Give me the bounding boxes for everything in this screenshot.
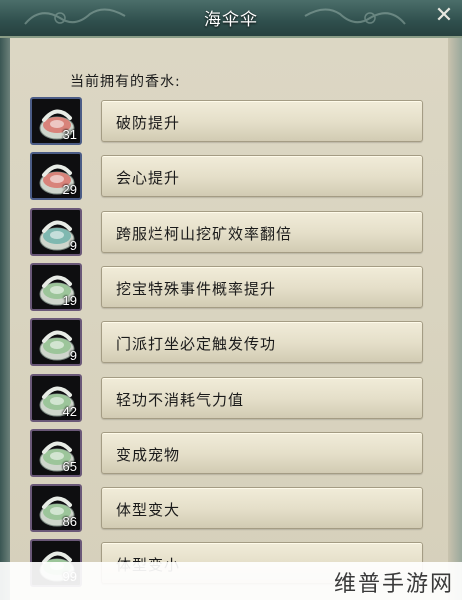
perfume-effect-label: 轻功不消耗气力值	[116, 390, 245, 409]
perfume-bottle-icon[interactable]: 65	[30, 428, 82, 477]
perfume-row: 29 会心提升	[30, 152, 426, 202]
perfume-row: 65 变成宠物	[30, 428, 426, 479]
item-count: 9	[69, 348, 77, 364]
perfume-effect-label: 挖宝特殊事件概率提升	[116, 279, 277, 298]
perfume-bottle-icon[interactable]: 86	[30, 484, 82, 533]
close-icon[interactable]: ✕	[432, 4, 456, 28]
window-title: 海伞伞	[204, 10, 258, 30]
perfume-row: 42 轻功不消耗气力值	[30, 373, 426, 424]
perfume-effect-label: 体型变大	[116, 501, 181, 520]
perfume-row: 31 破防提升	[30, 97, 426, 147]
item-count: 42	[62, 403, 77, 419]
frame-right	[448, 38, 462, 600]
item-count: 65	[62, 458, 77, 474]
item-count: 86	[62, 514, 77, 530]
perfume-effect-label: 会心提升	[116, 169, 181, 188]
perfume-bottle-icon[interactable]: 9	[30, 207, 82, 256]
watermark-text: 维普手游网	[333, 572, 454, 597]
perfume-effect-button[interactable]: 体型变大	[101, 487, 423, 530]
perfume-effect-label: 破防提升	[116, 114, 181, 132]
perfume-effect-button[interactable]: 挖宝特殊事件概率提升	[101, 265, 423, 308]
perfume-row: 86 体型变大	[30, 484, 426, 534]
perfume-row: 9 跨服烂柯山挖矿效率翻倍	[30, 207, 426, 258]
perfume-row: 9 门派打坐必定触发传功	[30, 318, 426, 368]
perfume-bottle-icon[interactable]: 19	[30, 262, 82, 311]
owned-perfume-header: 当前拥有的香水:	[70, 74, 181, 90]
watermark-banner: 维普手游网	[0, 562, 462, 600]
perfume-effect-button[interactable]: 门派打坐必定触发传功	[101, 321, 423, 364]
perfume-bottle-icon[interactable]: 9	[30, 318, 82, 367]
perfume-bottle-icon[interactable]: 29	[30, 152, 82, 201]
item-count: 19	[62, 292, 77, 308]
item-count: 31	[62, 127, 77, 142]
perfume-effect-button[interactable]: 轻功不消耗气力值	[101, 376, 423, 419]
title-bar: 海伞伞 ✕	[0, 0, 462, 38]
perfume-effect-label: 门派打坐必定触发传功	[116, 335, 277, 354]
perfume-bottle-icon[interactable]: 42	[30, 373, 82, 422]
item-count: 29	[62, 182, 77, 198]
perfume-effect-label: 变成宠物	[116, 445, 181, 464]
perfume-effect-button[interactable]: 跨服烂柯山挖矿效率翻倍	[101, 210, 423, 253]
perfume-effect-button[interactable]: 变成宠物	[101, 431, 423, 474]
perfume-effect-label: 跨服烂柯山挖矿效率翻倍	[116, 224, 293, 243]
perfume-row: 19 挖宝特殊事件概率提升	[30, 262, 426, 313]
perfume-bottle-icon[interactable]: 31	[30, 97, 82, 145]
frame-left	[0, 38, 10, 600]
perfume-effect-button[interactable]: 破防提升	[101, 100, 423, 142]
item-count: 9	[69, 237, 77, 253]
perfume-effect-button[interactable]: 会心提升	[101, 155, 423, 198]
